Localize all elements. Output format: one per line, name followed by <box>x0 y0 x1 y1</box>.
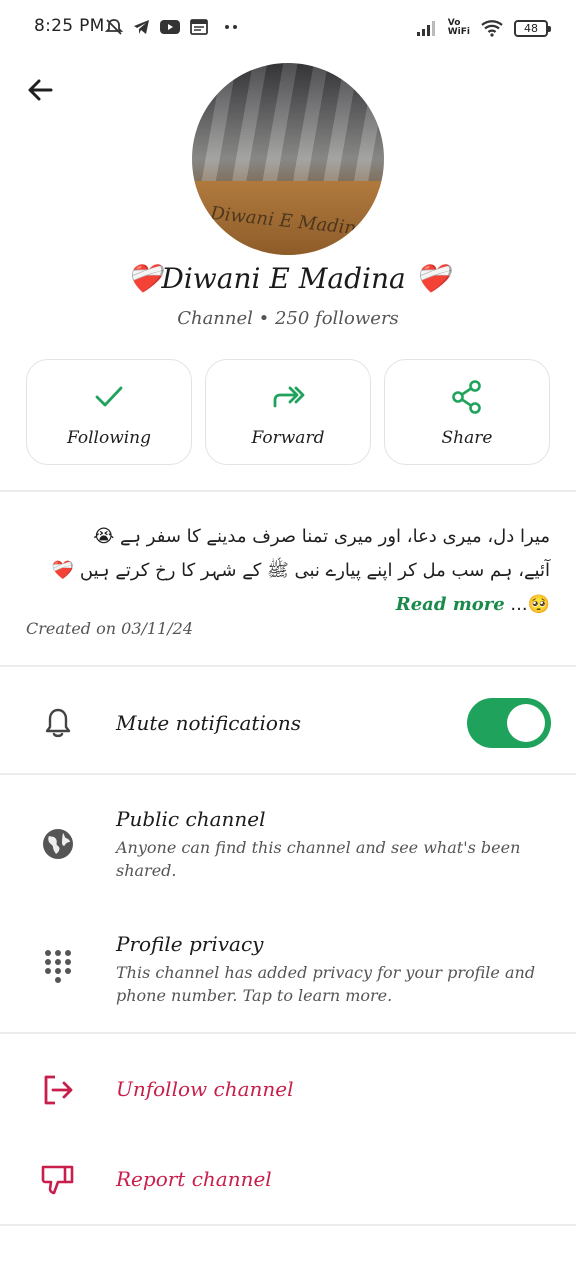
description-line-2: آئیے، ہم سب مل کر اپنے پیارے نبی ﷺ کے شہ… <box>51 560 550 581</box>
profile-privacy-subtitle: This channel has added privacy for your … <box>116 963 536 1005</box>
following-label: Following <box>66 428 152 448</box>
share-label: Share <box>441 428 493 448</box>
status-time: 8:25 PM <box>34 16 105 36</box>
public-channel-row[interactable]: Public channel Anyone can find this chan… <box>0 795 576 905</box>
mute-icon <box>104 19 124 35</box>
exit-icon <box>38 1070 78 1110</box>
forward-icon <box>271 380 305 414</box>
description-line-3-prefix: 🥺... <box>510 594 550 615</box>
back-button[interactable] <box>20 70 60 110</box>
forward-button[interactable]: Forward <box>205 359 371 465</box>
following-button[interactable]: Following <box>26 359 192 465</box>
check-icon <box>94 380 124 414</box>
public-channel-subtitle: Anyone can find this channel and see wha… <box>116 838 521 880</box>
bell-icon <box>38 703 78 743</box>
share-icon <box>451 380 483 414</box>
thumbs-down-icon <box>38 1160 78 1200</box>
channel-name-text: Diwani E Madina <box>161 262 406 295</box>
name-emoji-left: ❤️‍🩹 <box>126 262 162 295</box>
report-channel-row[interactable]: Report channel <box>0 1140 576 1220</box>
report-label: Report channel <box>116 1167 272 1191</box>
channel-name: ❤️‍🩹Diwani E Madina ❤️‍🩹 <box>0 262 576 295</box>
vowifi-icon: Vo WiFi <box>448 19 470 37</box>
mute-toggle[interactable] <box>467 698 551 748</box>
description-line-1: میرا دل، میری دعا، اور میری تمنا صرف مدی… <box>93 526 550 547</box>
telegram-icon <box>134 20 149 34</box>
status-bar: 8:25 PM Vo WiFi 48 <box>0 0 576 56</box>
profile-privacy-row[interactable]: Profile privacy This channel has added p… <box>0 920 576 1030</box>
signal-icon <box>416 21 435 36</box>
vowifi-line2: WiFi <box>447 27 470 37</box>
news-icon <box>190 19 208 35</box>
description-line-3: 🥺... Read more <box>26 588 550 622</box>
channel-description: میرا دل، میری دعا، اور میری تمنا صرف مدی… <box>26 520 550 622</box>
unfollow-label: Unfollow channel <box>116 1077 294 1101</box>
more-dots-icon <box>225 25 237 29</box>
name-emoji-right: ❤️‍🩹 <box>414 262 450 295</box>
battery-icon: 48 <box>514 19 551 37</box>
unfollow-channel-row[interactable]: Unfollow channel <box>0 1050 576 1130</box>
mute-label: Mute notifications <box>116 711 302 735</box>
dialpad-icon <box>38 948 78 988</box>
channel-avatar[interactable]: Diwani E Madina <box>192 63 384 255</box>
read-more-link[interactable]: Read more <box>396 594 505 615</box>
arrow-left-icon <box>28 79 53 101</box>
channel-subtitle: Channel • 250 followers <box>177 308 399 329</box>
youtube-icon <box>160 20 180 34</box>
divider <box>0 665 576 667</box>
divider <box>0 773 576 775</box>
public-channel-title: Public channel <box>116 807 266 831</box>
divider <box>0 1032 576 1034</box>
globe-icon <box>38 824 78 864</box>
profile-privacy-title: Profile privacy <box>116 932 264 956</box>
status-right: Vo WiFi 48 <box>416 16 551 40</box>
divider <box>0 1224 576 1226</box>
share-button[interactable]: Share <box>384 359 550 465</box>
created-date: Created on 03/11/24 <box>26 619 194 638</box>
avatar-floor <box>192 63 384 188</box>
forward-label: Forward <box>251 428 325 448</box>
toggle-knob <box>507 704 545 742</box>
divider <box>0 490 576 492</box>
wifi-icon <box>481 20 503 37</box>
action-row: Following Forward Share <box>26 359 550 465</box>
